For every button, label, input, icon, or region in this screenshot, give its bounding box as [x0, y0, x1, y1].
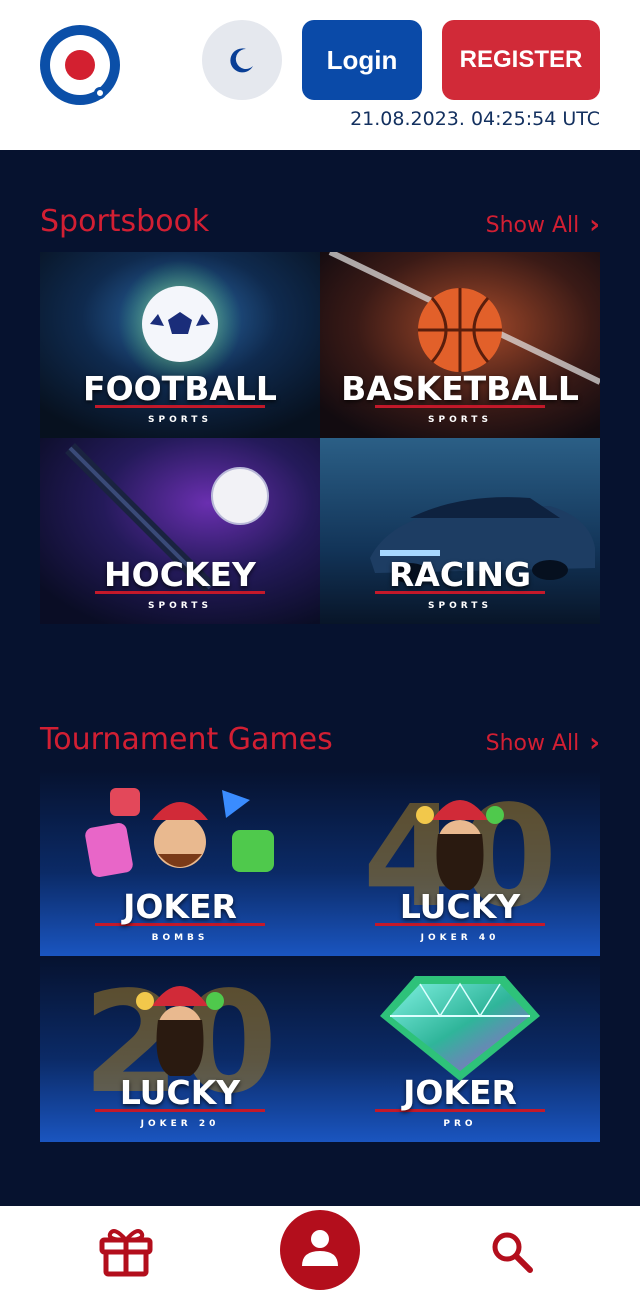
tile-title: JOKER — [403, 1073, 517, 1112]
nav-search-button[interactable] — [490, 1230, 534, 1274]
login-button[interactable]: Login — [302, 20, 422, 100]
basketball-tile[interactable]: BASKETBALL SPORTS — [320, 252, 600, 438]
tournament-show-all-link[interactable]: Show All › — [486, 728, 600, 758]
racing-tile[interactable]: RACING SPORTS — [320, 438, 600, 624]
tile-subtitle: SPORTS — [148, 415, 212, 425]
lucky-joker-40-tile[interactable]: 40 LUCKY JOKER 40 — [320, 770, 600, 956]
lucky-joker-20-artwork: 20 — [40, 956, 320, 1142]
joker-bombs-tile[interactable]: JOKER BOMBS — [40, 770, 320, 956]
tile-title: BASKETBALL — [341, 369, 579, 408]
tournament-games-grid: JOKER BOMBS 40 LUCKY JOKER 40 — [40, 770, 600, 1142]
user-icon — [302, 1230, 338, 1266]
tile-title: RACING — [388, 555, 532, 594]
tile-title: LUCKY — [399, 887, 521, 926]
tile-title: JOKER — [123, 887, 237, 926]
chevron-right-icon: › — [589, 728, 600, 758]
sportsbook-grid: FOOTBALL SPORTS BASKETBALL SPORTS HOCKEY… — [40, 252, 600, 624]
show-all-label: Show All — [485, 730, 580, 756]
tournament-games-title: Tournament Games — [40, 722, 333, 757]
moon-icon — [230, 48, 253, 73]
tile-subtitle: JOKER 20 — [140, 1119, 220, 1129]
basketball-artwork — [320, 252, 600, 438]
logo-dot — [65, 50, 95, 80]
tile-subtitle: SPORTS — [428, 601, 492, 611]
bottom-navigation — [0, 1206, 640, 1316]
search-icon — [492, 1232, 533, 1273]
tile-title: HOCKEY — [104, 555, 256, 594]
lucky-joker-40-artwork: 40 — [320, 770, 600, 956]
nav-profile-button[interactable] — [280, 1210, 360, 1290]
nav-gift-button[interactable] — [96, 1220, 156, 1280]
gift-icon — [99, 1229, 153, 1277]
show-all-label: Show All — [485, 212, 580, 238]
racing-artwork — [320, 438, 600, 624]
top-header: Login REGISTER 21.08.2023. 04:25:54 UTC — [0, 0, 640, 150]
tile-subtitle: SPORTS — [148, 601, 212, 611]
register-button[interactable]: REGISTER — [442, 20, 600, 100]
theme-toggle-button[interactable] — [202, 20, 282, 100]
brand-logo[interactable] — [40, 25, 120, 105]
tile-title: LUCKY — [119, 1073, 241, 1112]
joker-pro-tile[interactable]: JOKER PRO — [320, 956, 600, 1142]
joker-pro-artwork — [320, 956, 600, 1142]
hockey-tile[interactable]: HOCKEY SPORTS — [40, 438, 320, 624]
lucky-joker-20-tile[interactable]: 20 LUCKY JOKER 20 — [40, 956, 320, 1142]
hockey-artwork — [40, 438, 320, 624]
tile-subtitle: BOMBS — [151, 933, 209, 943]
football-artwork — [40, 252, 320, 438]
football-tile[interactable]: FOOTBALL SPORTS — [40, 252, 320, 438]
sportsbook-show-all-link[interactable]: Show All › — [486, 210, 600, 240]
joker-bombs-artwork — [40, 770, 320, 956]
tile-subtitle: SPORTS — [428, 415, 492, 425]
tile-subtitle: JOKER 40 — [420, 933, 500, 943]
tile-subtitle: PRO — [443, 1119, 477, 1129]
server-datetime: 21.08.2023. 04:25:54 UTC — [350, 108, 600, 130]
sportsbook-title: Sportsbook — [40, 204, 210, 239]
tile-title: FOOTBALL — [83, 369, 277, 408]
logo-notch — [94, 87, 106, 99]
chevron-right-icon: › — [589, 210, 600, 240]
